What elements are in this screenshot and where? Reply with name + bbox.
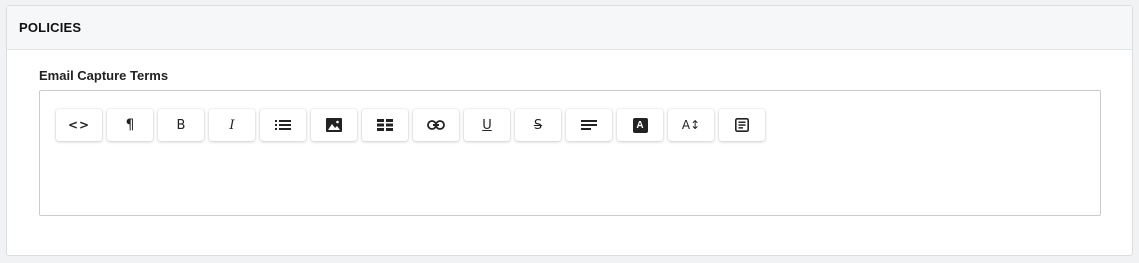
panel-title: POLICIES — [19, 20, 82, 35]
italic-button[interactable]: I — [209, 109, 255, 141]
list-button[interactable] — [260, 109, 306, 141]
align-button[interactable] — [566, 109, 612, 141]
table-button[interactable] — [362, 109, 408, 141]
rich-text-editor[interactable]: <> ¶ B I U S A A↕ — [39, 90, 1101, 216]
underline-button[interactable]: U — [464, 109, 510, 141]
text-color-glyph: A — [636, 119, 644, 131]
underline-icon: U — [482, 117, 492, 133]
code-view-button[interactable]: <> — [56, 109, 102, 141]
strikethrough-button[interactable]: S — [515, 109, 561, 141]
email-capture-terms-label: Email Capture Terms — [39, 68, 169, 83]
template-button[interactable] — [719, 109, 765, 141]
code-icon: <> — [67, 118, 91, 132]
font-size-button[interactable]: A↕ — [668, 109, 714, 141]
paragraph-icon: ¶ — [125, 117, 135, 133]
panel-header: POLICIES — [7, 6, 1132, 50]
image-button[interactable] — [311, 109, 357, 141]
table-icon — [377, 119, 393, 131]
template-icon — [735, 118, 749, 132]
strikethrough-icon: S — [533, 117, 543, 133]
link-button[interactable] — [413, 109, 459, 141]
paragraph-button[interactable]: ¶ — [107, 109, 153, 141]
font-size-icon: A↕ — [681, 118, 701, 132]
editor-toolbar: <> ¶ B I U S A A↕ — [56, 109, 765, 141]
text-color-icon: A — [632, 117, 648, 133]
policies-panel: POLICIES Email Capture Terms <> ¶ B I U … — [6, 5, 1133, 256]
bold-icon: B — [176, 117, 186, 133]
align-left-icon — [581, 120, 597, 130]
image-icon — [326, 118, 342, 132]
list-icon — [275, 120, 291, 130]
link-icon — [427, 120, 445, 130]
bold-button[interactable]: B — [158, 109, 204, 141]
text-color-button[interactable]: A — [617, 109, 663, 141]
italic-icon: I — [229, 117, 235, 133]
editor-content-area[interactable] — [56, 151, 1084, 205]
